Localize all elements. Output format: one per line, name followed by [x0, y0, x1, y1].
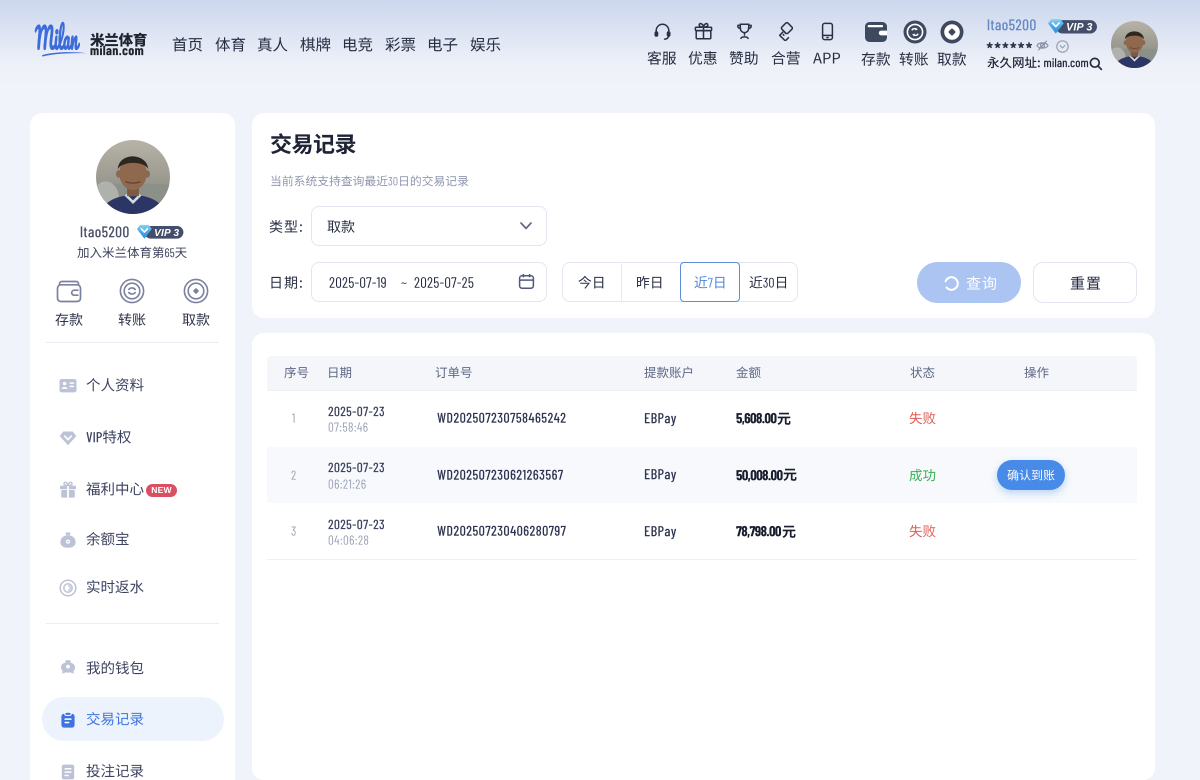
svg-text:VIP 3: VIP 3: [154, 227, 179, 238]
svg-text:VIP 3: VIP 3: [1066, 21, 1092, 33]
